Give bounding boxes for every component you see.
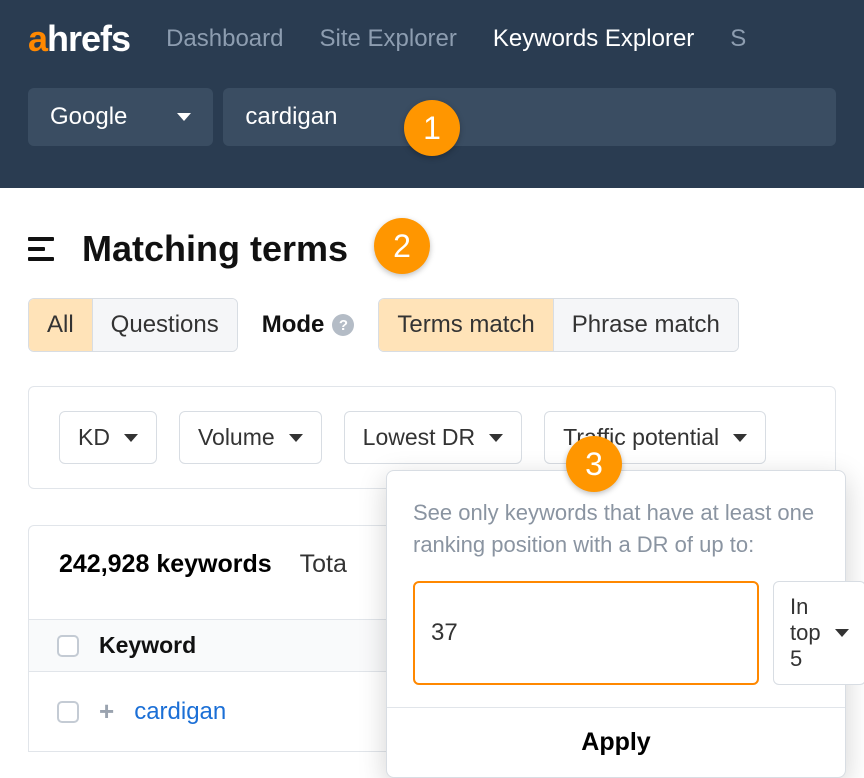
filter-kd[interactable]: KD bbox=[59, 411, 157, 464]
tabs-row: All Questions Mode ? Terms match Phrase … bbox=[0, 288, 864, 352]
keyword-count: 242,928 keywords bbox=[59, 550, 272, 579]
caret-down-icon bbox=[124, 434, 138, 442]
popover-description: See only keywords that have at least one… bbox=[413, 497, 819, 561]
caret-down-icon bbox=[733, 434, 747, 442]
nav-dashboard[interactable]: Dashboard bbox=[166, 25, 283, 53]
mode-label: Mode ? bbox=[262, 311, 355, 339]
page-header: Matching terms bbox=[0, 188, 864, 288]
tab-phrase-match[interactable]: Phrase match bbox=[554, 299, 738, 351]
filter-volume[interactable]: Volume bbox=[179, 411, 322, 464]
expand-icon[interactable]: + bbox=[99, 696, 114, 727]
keyword-link[interactable]: cardigan bbox=[134, 698, 226, 726]
total-label: Tota bbox=[300, 550, 347, 579]
apply-button[interactable]: Apply bbox=[387, 707, 845, 777]
popover-inputs: In top 5 bbox=[413, 581, 819, 685]
page-title: Matching terms bbox=[82, 228, 348, 270]
filter-lowest-dr[interactable]: Lowest DR bbox=[344, 411, 522, 464]
help-icon[interactable]: ? bbox=[332, 314, 354, 336]
caret-down-icon bbox=[489, 434, 503, 442]
logo: ahrefs bbox=[28, 18, 130, 60]
annotation-badge-1: 1 bbox=[404, 100, 460, 156]
top-nav: ahrefs Dashboard Site Explorer Keywords … bbox=[0, 0, 864, 78]
type-tab-group: All Questions bbox=[28, 298, 238, 352]
search-engine-select[interactable]: Google bbox=[28, 88, 213, 146]
mode-tab-group: Terms match Phrase match bbox=[378, 298, 738, 352]
nav-more[interactable]: S bbox=[730, 25, 746, 53]
search-engine-label: Google bbox=[50, 103, 127, 131]
dr-position-select[interactable]: In top 5 bbox=[773, 581, 864, 685]
menu-icon[interactable] bbox=[28, 237, 54, 261]
tab-terms-match[interactable]: Terms match bbox=[379, 299, 553, 351]
select-all-checkbox[interactable] bbox=[57, 635, 79, 657]
caret-down-icon bbox=[835, 629, 849, 637]
row-checkbox[interactable] bbox=[57, 701, 79, 723]
column-keyword[interactable]: Keyword bbox=[99, 632, 196, 659]
dr-value-input[interactable] bbox=[413, 581, 759, 685]
search-input-wrap bbox=[223, 88, 836, 146]
tab-questions[interactable]: Questions bbox=[93, 299, 237, 351]
annotation-badge-2: 2 bbox=[374, 218, 430, 274]
caret-down-icon bbox=[177, 113, 191, 121]
keyword-search-input[interactable] bbox=[245, 103, 814, 131]
annotation-badge-3: 3 bbox=[566, 436, 622, 492]
nav-site-explorer[interactable]: Site Explorer bbox=[319, 25, 456, 53]
lowest-dr-popover: See only keywords that have at least one… bbox=[386, 470, 846, 778]
tab-all[interactable]: All bbox=[29, 299, 93, 351]
nav-keywords-explorer[interactable]: Keywords Explorer bbox=[493, 25, 694, 53]
popover-body: See only keywords that have at least one… bbox=[387, 471, 845, 707]
caret-down-icon bbox=[289, 434, 303, 442]
